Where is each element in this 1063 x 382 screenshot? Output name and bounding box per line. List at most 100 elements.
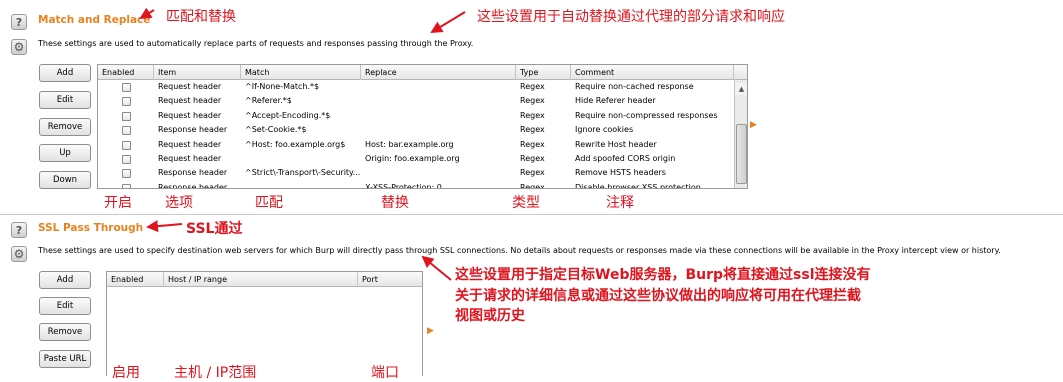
ssl-settings-gear-icon[interactable]: ⚙ — [11, 246, 27, 262]
down-button[interactable]: Down — [39, 171, 91, 189]
cell-type: Regex — [520, 154, 545, 163]
paste-url-button[interactable]: Paste URL — [39, 350, 91, 368]
ssl-edit-button[interactable]: Edit — [39, 297, 91, 315]
cell-item: Request header — [158, 139, 222, 149]
table-scrollbar[interactable]: ▲ — [734, 80, 747, 188]
cell-item: Request header — [158, 154, 222, 163]
ssl-remove-button[interactable]: Remove — [39, 323, 91, 341]
cell-match: ^Accept-Encoding.*$ — [245, 110, 331, 120]
annotation-match-replace: 匹配和替换 — [166, 9, 236, 25]
annotation-ssl-desc-line3: 视图或历史 — [455, 308, 525, 324]
cell-type: Regex — [520, 82, 545, 91]
cell-item: Response header — [158, 168, 228, 178]
cell-type: Regex — [520, 110, 545, 120]
cell-item: Request header — [158, 96, 222, 106]
ssl-add-button[interactable]: Add — [39, 271, 91, 289]
cell-replace — [361, 80, 516, 94]
expand-arrow-icon[interactable]: ▶ — [750, 120, 757, 130]
enabled-checkbox[interactable] — [122, 126, 131, 136]
cell-match — [241, 152, 361, 166]
table-row[interactable]: Response header X-XSS-Protection: 0 Regex D… — [98, 181, 734, 189]
scroll-up-icon[interactable]: ▲ — [735, 83, 747, 95]
table-row[interactable]: Request header ^Accept-Encoding.*$ Regex Re… — [98, 109, 734, 123]
cell-match: ^Host: foo.example.org$ — [245, 139, 346, 149]
cell-replace: Host: bar.example.org — [365, 139, 454, 149]
table-row[interactable]: Request header Origin: foo.example.org Reg… — [98, 152, 734, 166]
cell-comment: Remove HSTS headers — [575, 168, 666, 178]
cell-type: Regex — [520, 139, 545, 149]
add-button[interactable]: Add — [39, 64, 91, 82]
cell-replace — [361, 94, 516, 108]
annotation-col-type: 类型 — [512, 195, 540, 211]
match-replace-table: Enabled Item Match Replace Type Comment … — [97, 64, 748, 189]
enabled-checkbox[interactable] — [122, 140, 131, 150]
cell-type: Regex — [520, 182, 545, 189]
cell-item: Response header — [158, 125, 228, 135]
cell-type: Regex — [520, 96, 545, 106]
ssl-help-icon[interactable]: ? — [11, 222, 27, 238]
edit-button[interactable]: Edit — [39, 91, 91, 109]
annotation-col-enabled: 开启 — [104, 195, 132, 211]
enabled-checkbox[interactable] — [122, 83, 131, 92]
cell-type: Regex — [520, 125, 545, 135]
enabled-checkbox[interactable] — [122, 111, 131, 121]
ssl-pass-through-description: These settings are used to specify desti… — [38, 246, 1001, 255]
cell-match: ^Strict\-Transport\-Security... — [245, 168, 361, 178]
enabled-checkbox[interactable] — [122, 155, 131, 164]
table-row[interactable]: Response header ^Strict\-Transport\-Secur… — [98, 166, 734, 180]
cell-comment: Require non-cached response — [575, 82, 694, 91]
column-header-replace[interactable]: Replace — [361, 65, 516, 80]
up-button[interactable]: Up — [39, 144, 91, 162]
ssl-pass-through-title: SSL Pass Through — [38, 222, 144, 234]
cell-replace — [361, 166, 516, 180]
cell-comment: Disable browser XSS protection — [575, 182, 701, 189]
cell-match: ^Referer.*$ — [245, 96, 292, 106]
cell-comment: Ignore cookies — [575, 125, 634, 135]
cell-comment: Hide Referer header — [575, 96, 656, 106]
annotation-ssl-desc-line1: 这些设置用于指定目标Web服务器，Burp将直接通过ssl连接没有 — [455, 267, 871, 283]
section-divider — [0, 214, 1063, 215]
cell-item: Request header — [158, 82, 222, 91]
cell-comment: Require non-compressed responses — [575, 110, 718, 120]
column-header-type[interactable]: Type — [516, 65, 571, 80]
scrollbar-thumb[interactable] — [736, 124, 747, 184]
table-row[interactable]: Response header ^Set-Cookie.*$ Regex Ignore… — [98, 123, 734, 137]
cell-comment: Add spoofed CORS origin — [575, 154, 676, 163]
ssl-column-header-port[interactable]: Port — [358, 272, 422, 287]
column-header-comment[interactable]: Comment — [571, 65, 734, 80]
table-row[interactable]: Request header ^Referer.*$ Regex Hide Refer… — [98, 94, 734, 108]
help-icon[interactable]: ? — [11, 14, 27, 30]
cell-replace — [361, 109, 516, 123]
column-header-enabled[interactable]: Enabled — [98, 65, 154, 80]
cell-match — [241, 181, 361, 188]
annotation-ssl-col-port: 端口 — [371, 365, 399, 381]
cell-match: ^Set-Cookie.*$ — [245, 125, 307, 135]
annotation-ssl-col-host: 主机 / IP范围 — [174, 365, 257, 381]
table-header: Enabled Item Match Replace Type Comment — [98, 65, 747, 80]
annotation-col-replace: 替换 — [381, 195, 409, 211]
annotation-ssl-col-enabled: 启用 — [112, 365, 140, 381]
enabled-checkbox[interactable] — [122, 97, 131, 107]
column-header-item[interactable]: Item — [154, 65, 241, 80]
enabled-checkbox[interactable] — [122, 183, 131, 188]
cell-replace — [361, 123, 516, 137]
annotation-match-replace-desc: 这些设置用于自动替换通过代理的部分请求和响应 — [477, 9, 785, 25]
annotation-ssl-desc-line2: 关于请求的详细信息或通过这些协议做出的响应将可用在代理拦截 — [455, 288, 861, 304]
enabled-checkbox[interactable] — [122, 169, 131, 179]
table-row[interactable]: Request header ^Host: foo.example.org$ Hos… — [98, 138, 734, 152]
annotation-col-comment: 注释 — [606, 195, 634, 211]
ssl-table-header: Enabled Host / IP range Port — [107, 272, 422, 287]
ssl-pass-through-table: Enabled Host / IP range Port — [106, 271, 423, 376]
table-row[interactable]: Request header ^If-None-Match.*$ Regex Requ… — [98, 80, 734, 94]
remove-button[interactable]: Remove — [39, 118, 91, 136]
annotation-ssl: SSL通过 — [186, 221, 243, 237]
cell-item: Response header — [158, 182, 228, 189]
column-header-match[interactable]: Match — [241, 65, 361, 80]
ssl-column-header-host[interactable]: Host / IP range — [164, 272, 358, 287]
match-replace-title: Match and Replace — [38, 14, 151, 26]
settings-gear-icon[interactable]: ⚙ — [11, 39, 27, 55]
ssl-expand-arrow-icon[interactable]: ▶ — [427, 326, 434, 336]
ssl-column-header-enabled[interactable]: Enabled — [107, 272, 164, 287]
annotation-col-match: 匹配 — [255, 195, 283, 211]
cell-replace: Origin: foo.example.org — [365, 154, 460, 163]
